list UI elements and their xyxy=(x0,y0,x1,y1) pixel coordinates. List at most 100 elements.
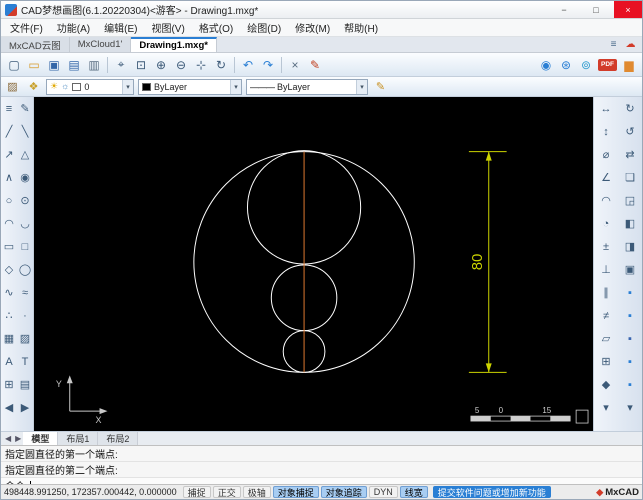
diameter-dimension[interactable]: 80 xyxy=(468,151,507,373)
menu-function[interactable]: 功能(A) xyxy=(50,19,97,36)
regen-icon[interactable]: ↻ xyxy=(211,55,231,75)
doc-tab-mxcloud1[interactable]: MxCloud1' xyxy=(69,37,132,52)
ellipse-icon[interactable]: ◯ xyxy=(17,258,33,281)
paint-format-icon[interactable]: ▨ xyxy=(4,78,21,95)
redo-icon[interactable]: ↷ xyxy=(258,55,278,75)
toggle-osnap[interactable]: 对象捕捉 xyxy=(272,486,319,498)
center-mark-icon[interactable]: ◆ xyxy=(594,373,618,396)
hatch-icon[interactable]: ▦ xyxy=(1,327,17,350)
revision-cloud-icon[interactable]: ≈ xyxy=(17,281,33,304)
print-icon[interactable]: ▥ xyxy=(84,55,104,75)
dim-tolerance-icon[interactable]: ± xyxy=(594,235,618,258)
layout-tab-layout1[interactable]: 布局1 xyxy=(58,432,99,445)
menu-edit[interactable]: 编辑(E) xyxy=(97,19,144,36)
dim-jogged-icon[interactable]: ≠ xyxy=(594,304,618,327)
rotate-ccw-icon[interactable]: ↺ xyxy=(618,120,642,143)
spline-icon[interactable]: ∿ xyxy=(1,281,17,304)
divide-icon[interactable]: · xyxy=(17,304,33,327)
new-file-icon[interactable]: ▢ xyxy=(4,55,24,75)
layout-tab-layout2[interactable]: 布局2 xyxy=(98,432,139,445)
blue-block-icon-3[interactable]: ▪ xyxy=(618,327,642,350)
menu-file[interactable]: 文件(F) xyxy=(3,19,50,36)
layer-manager-icon[interactable]: ❖ xyxy=(25,78,42,95)
arc-icon[interactable]: ◠ xyxy=(1,212,17,235)
toggle-polar[interactable]: 极轴 xyxy=(242,486,271,498)
polyline-icon[interactable]: ∧ xyxy=(1,166,17,189)
more-dims-icon[interactable]: ▾ xyxy=(594,396,618,419)
trim-icon[interactable]: ◧ xyxy=(618,212,642,235)
copy-icon[interactable]: ❏ xyxy=(618,166,642,189)
ray-icon[interactable]: ↗ xyxy=(1,143,17,166)
toggle-dyn[interactable]: DYN xyxy=(368,486,398,498)
dim-diameter-icon[interactable]: ⌀ xyxy=(594,143,618,166)
save-icon[interactable]: ▣ xyxy=(44,55,64,75)
offset-icon[interactable]: ◲ xyxy=(618,189,642,212)
donut-icon[interactable]: ◉ xyxy=(17,166,33,189)
minimize-button[interactable]: − xyxy=(550,1,578,18)
layout-next-icon[interactable]: ▶ xyxy=(13,434,23,443)
perpendicular-icon[interactable]: ⊥ xyxy=(594,258,618,281)
leader-icon[interactable]: ▱ xyxy=(594,327,618,350)
maximize-button[interactable]: □ xyxy=(582,1,610,18)
block-icon[interactable]: ▤ xyxy=(17,373,33,396)
sketch-icon[interactable]: ✎ xyxy=(17,97,33,120)
zoom-in-icon[interactable]: ⊕ xyxy=(151,55,171,75)
blue-block-icon-5[interactable]: ▪ xyxy=(618,373,642,396)
polygon-icon[interactable]: ◇ xyxy=(1,258,17,281)
draw-pencil-icon[interactable]: ✎ xyxy=(305,55,325,75)
menu-help[interactable]: 帮助(H) xyxy=(337,19,385,36)
triangle-icon[interactable]: △ xyxy=(17,143,33,166)
save-as-icon[interactable]: ▤ xyxy=(64,55,84,75)
erase-icon[interactable]: × xyxy=(285,55,305,75)
canvas-svg[interactable]: 80 Y X 5 0 15 xyxy=(34,97,593,431)
doc-tab-mxcad-cloud[interactable]: MxCAD云图 xyxy=(1,37,70,52)
rectangle-icon[interactable]: ▭ xyxy=(1,235,17,258)
panel-menu-icon[interactable]: ≡ xyxy=(1,97,17,120)
dim-linear-icon[interactable]: ↔ xyxy=(594,97,618,120)
parallel-icon[interactable]: ∥ xyxy=(594,281,618,304)
gradient-icon[interactable]: ▨ xyxy=(17,327,33,350)
layout-prev-icon[interactable]: ◀ xyxy=(3,434,13,443)
layout-tab-model[interactable]: 模型 xyxy=(23,432,59,445)
arc-3point-icon[interactable]: ◡ xyxy=(17,212,33,235)
tab-cloud-icon[interactable]: ☁ xyxy=(623,38,638,52)
dim-table-icon[interactable]: ⊞ xyxy=(594,350,618,373)
close-button[interactable]: × xyxy=(614,1,642,18)
dim-arc-length-icon[interactable]: ◠ xyxy=(594,189,618,212)
pdf-export-icon[interactable]: PDF xyxy=(598,58,617,71)
blue-block-icon-2[interactable]: ▪ xyxy=(618,304,642,327)
pan-icon[interactable]: ⊹ xyxy=(191,55,211,75)
mirror-icon[interactable]: ⇄ xyxy=(618,143,642,166)
menu-draw[interactable]: 绘图(D) xyxy=(240,19,288,36)
concentric-circle-icon[interactable]: ⊙ xyxy=(17,189,33,212)
chart-icon[interactable]: ▆ xyxy=(619,55,639,75)
web-icon[interactable]: ⊛ xyxy=(556,55,576,75)
toggle-lineweight[interactable]: 线宽 xyxy=(399,486,428,498)
linetype-dropdown[interactable]: ——— ByLayer ▾ xyxy=(246,78,368,95)
construction-line-icon[interactable]: ╲ xyxy=(17,120,33,143)
blue-block-icon-4[interactable]: ▪ xyxy=(618,350,642,373)
square-icon[interactable]: □ xyxy=(17,235,33,258)
zoom-extents-icon[interactable]: ⌖ xyxy=(111,55,131,75)
collapse-left-icon[interactable]: ◀ xyxy=(1,396,17,419)
circle-icon[interactable]: ○ xyxy=(1,189,17,212)
zoom-out-icon[interactable]: ⊖ xyxy=(171,55,191,75)
dim-angular-icon[interactable]: ∠ xyxy=(594,166,618,189)
cloud-sync-icon[interactable]: ◉ xyxy=(536,55,556,75)
expand-right-icon[interactable]: ▶ xyxy=(17,396,33,419)
share-icon[interactable]: ⊚ xyxy=(576,55,596,75)
drawing-canvas[interactable]: 80 Y X 5 0 15 xyxy=(34,97,593,431)
toggle-ortho[interactable]: 正交 xyxy=(212,486,241,498)
extend-icon[interactable]: ◨ xyxy=(618,235,642,258)
menu-format[interactable]: 格式(O) xyxy=(192,19,240,36)
undo-icon[interactable]: ↶ xyxy=(238,55,258,75)
mtext-icon[interactable]: T xyxy=(17,350,33,373)
menu-view[interactable]: 视图(V) xyxy=(144,19,191,36)
text-icon[interactable]: A xyxy=(1,350,17,373)
more-tools-icon[interactable]: ▾ xyxy=(618,396,642,419)
doc-tab-drawing1[interactable]: Drawing1.mxg* xyxy=(131,37,217,52)
menu-modify[interactable]: 修改(M) xyxy=(288,19,337,36)
color-dropdown[interactable]: ByLayer ▾ xyxy=(138,78,242,95)
toggle-otrack[interactable]: 对象追踪 xyxy=(320,486,367,498)
rotate-cw-icon[interactable]: ↻ xyxy=(618,97,642,120)
